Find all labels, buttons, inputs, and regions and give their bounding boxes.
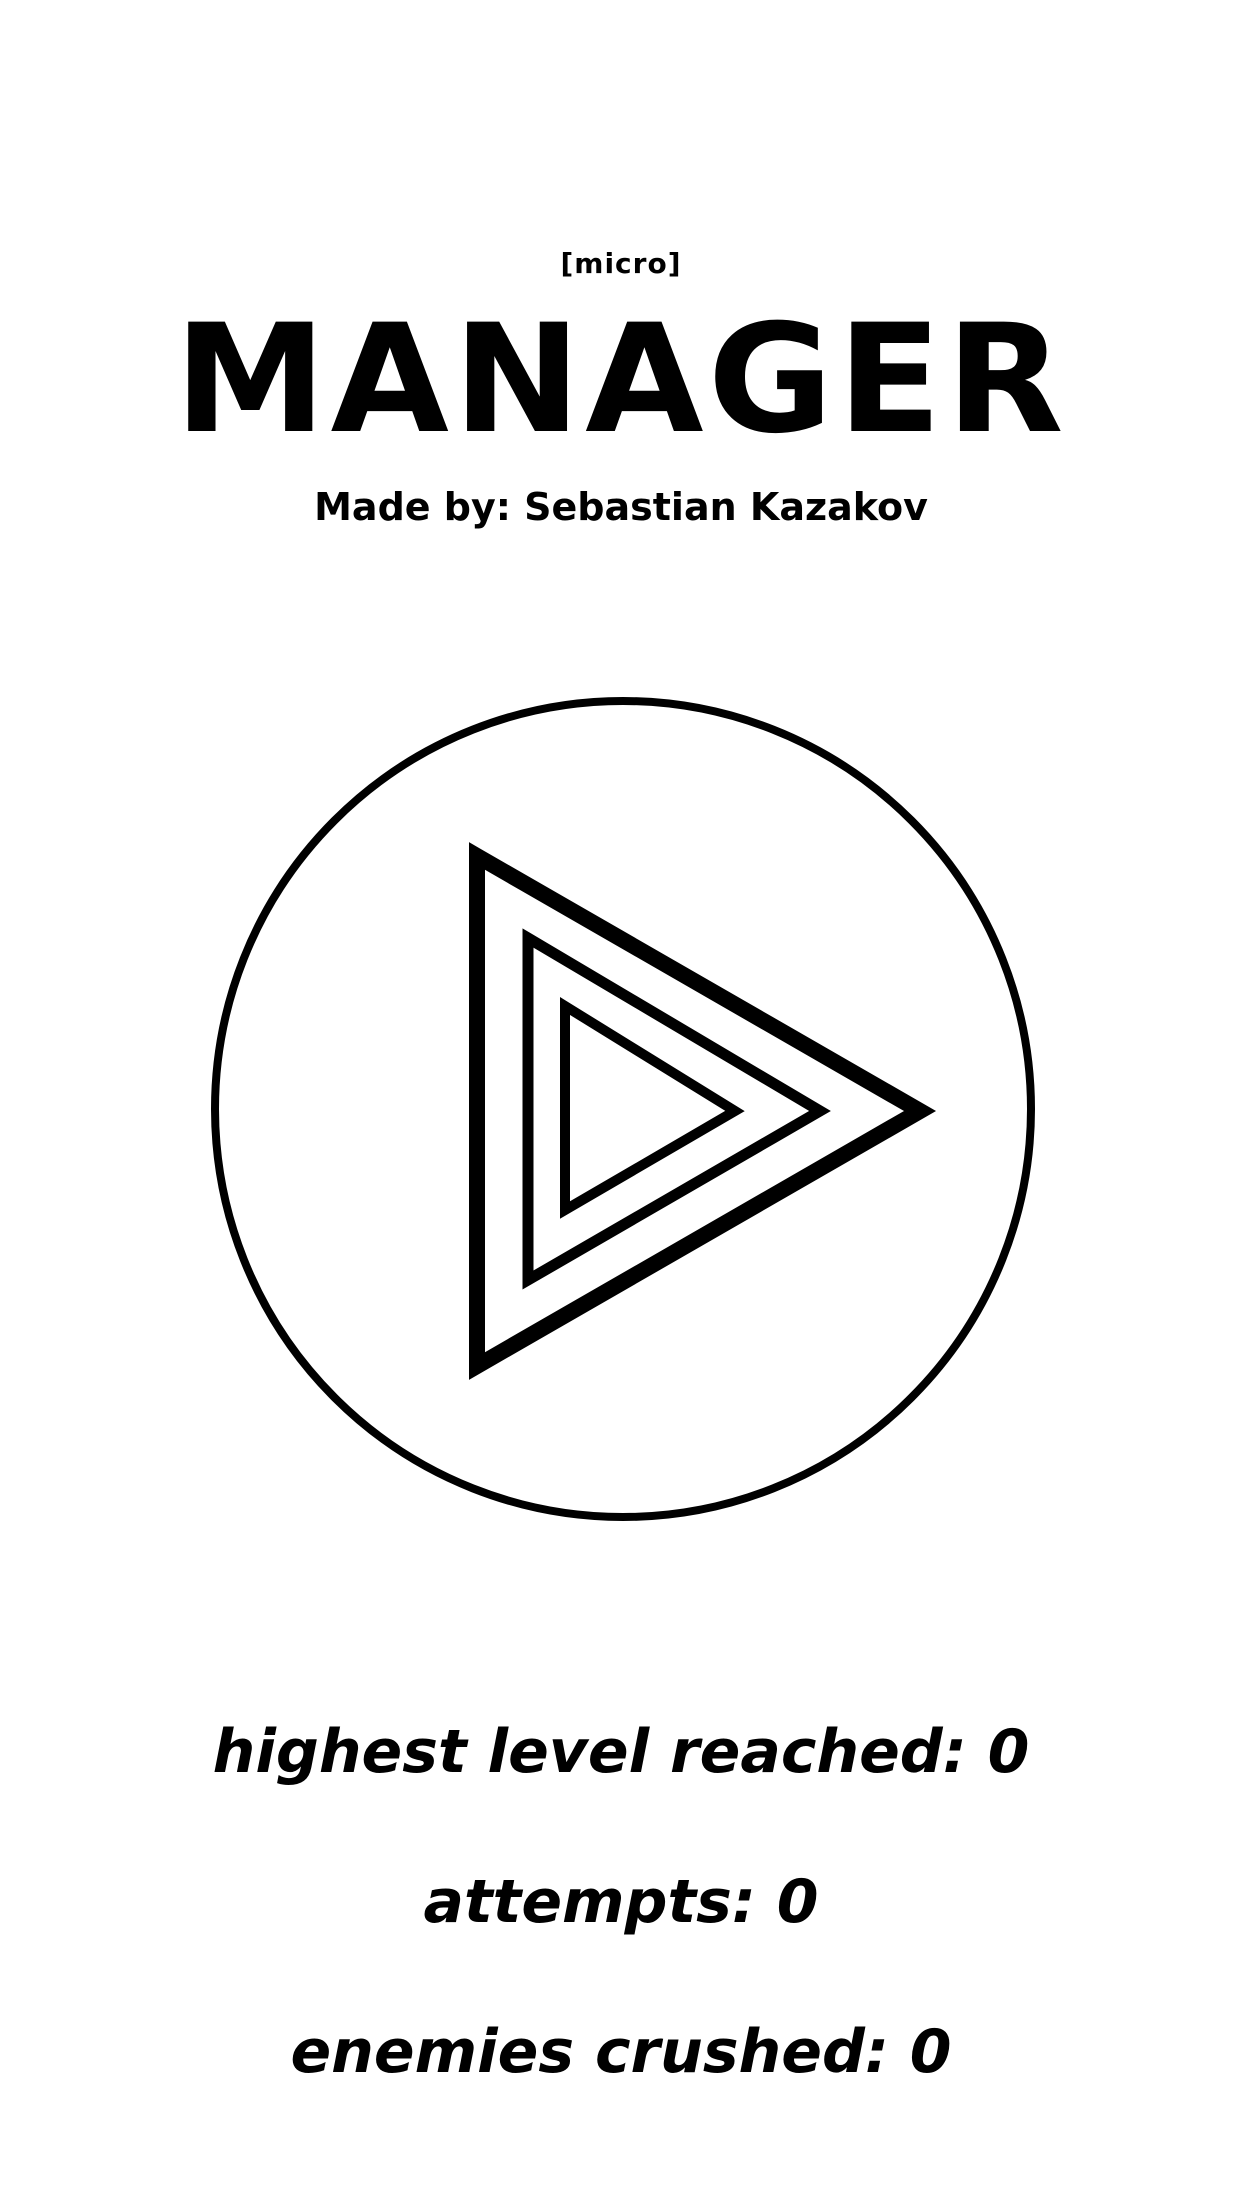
game-title: MANAGER	[174, 293, 1068, 467]
enemies-crushed-stat: enemies crushed: 0	[290, 2017, 952, 2087]
highest-level-stat: highest level reached: 0	[212, 1717, 1030, 1787]
attempts-stat: attempts: 0	[423, 1867, 819, 1937]
play-button[interactable]	[210, 696, 1036, 1522]
game-subtitle: [micro]	[560, 247, 682, 280]
play-icon	[211, 697, 1035, 1521]
author-credit: Made by: Sebastian Kazakov	[314, 485, 928, 529]
